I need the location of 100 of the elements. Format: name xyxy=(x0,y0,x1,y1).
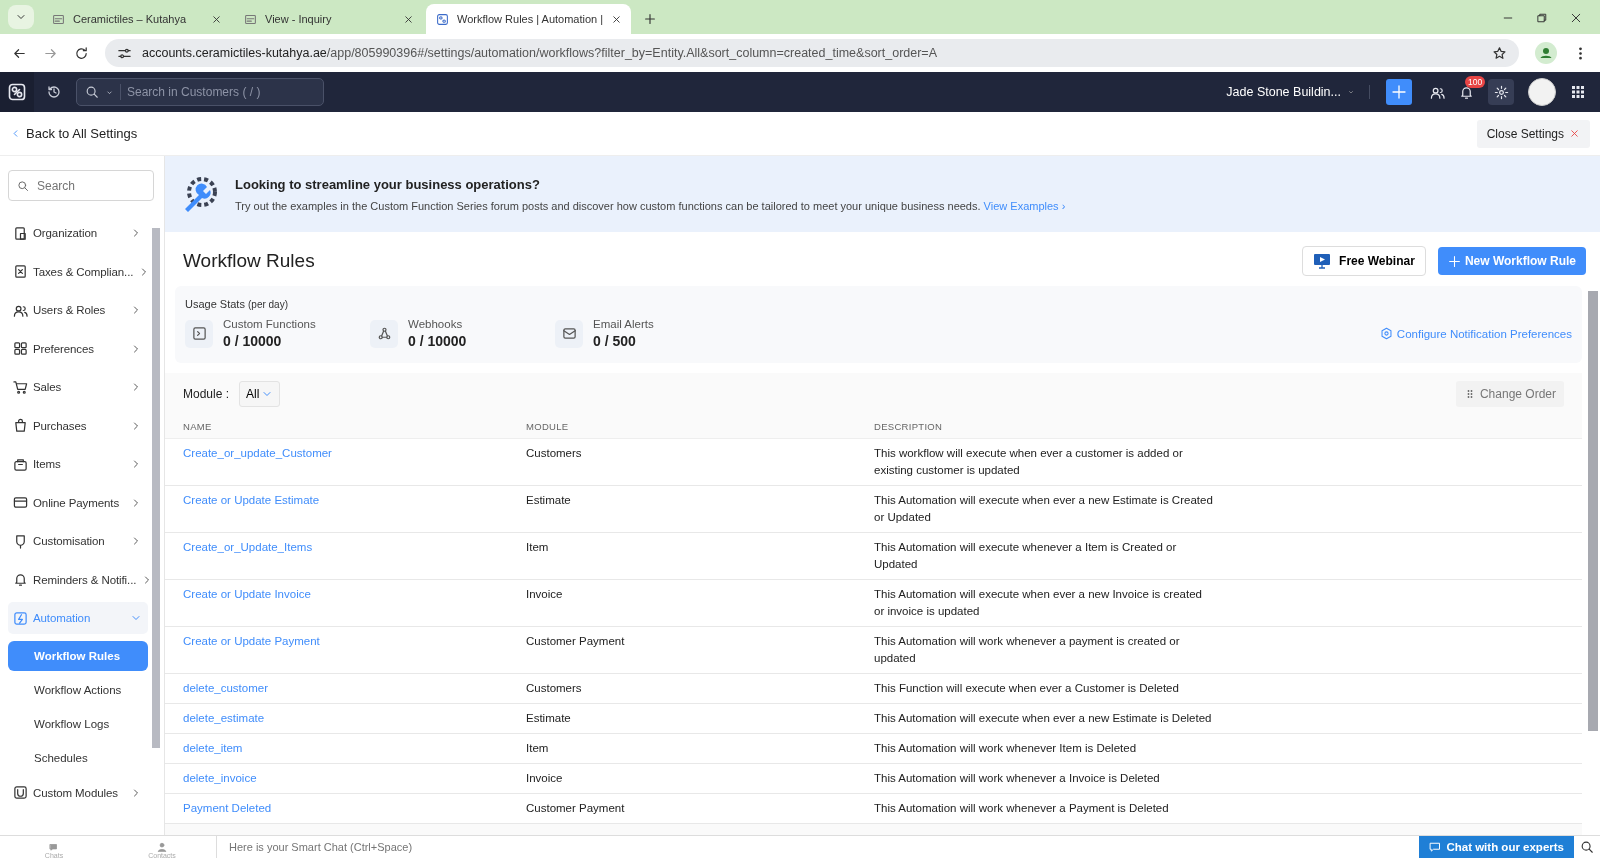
module-cell: Estimate xyxy=(508,703,856,734)
sidebar-item[interactable]: Preferences xyxy=(8,332,148,365)
address-bar[interactable]: accounts.ceramictiles-kutahya.ae/app/805990396#/settings/automation/workflows?filter_by=Entity.All&sort_column=created_time&sort_order=A xyxy=(105,39,1519,67)
sidebar-subitem[interactable]: Workflow Actions xyxy=(8,674,148,705)
tab-list-button[interactable] xyxy=(8,5,34,29)
stat-value: 0 / 10000 xyxy=(223,333,283,349)
description-cell-text: This Automation will execute whenever a Item is Created or Updated xyxy=(874,540,1178,572)
url-text: accounts.ceramictiles-kutahya.ae/app/805990396#/settings/automation/workflows?filter_by=Entity.All&sort_column=created_time&sort_order=A xyxy=(142,46,937,60)
description-cell-text: This Automation will execute when ever a new Invoice is created or invoice is updated xyxy=(874,587,1203,619)
page-icon xyxy=(244,12,257,26)
scrollbar[interactable] xyxy=(1588,291,1598,731)
sidebar-item[interactable]: Organization xyxy=(8,217,148,249)
settings-icon xyxy=(1379,327,1393,340)
description-cell-text: This Automation will work whenever a Payment is Deleted xyxy=(874,801,1170,816)
description-cell-text: This Automation will execute when ever a new Estimate is Created or Updated xyxy=(874,493,1214,525)
close-icon xyxy=(211,13,222,25)
module-cell: Invoice xyxy=(508,763,856,794)
close-icon xyxy=(1569,128,1580,139)
sidebar-search-field[interactable]: Search xyxy=(8,170,154,201)
lightning-icon xyxy=(13,610,28,626)
sidebar-item[interactable]: Custom Modules xyxy=(8,776,148,809)
sidebar-item[interactable]: Sales xyxy=(8,371,148,403)
tax-document-icon xyxy=(13,264,28,279)
bell-icon xyxy=(13,572,28,587)
browser-tab[interactable]: Workflow Rules | Automation | xyxy=(426,4,631,34)
apps-grid-icon xyxy=(1570,84,1586,100)
user-avatar[interactable] xyxy=(1528,78,1556,106)
box-icon xyxy=(13,456,28,472)
stat-label: Webhooks xyxy=(408,318,464,330)
module-dropdown[interactable]: All xyxy=(239,381,281,407)
new-tab-icon xyxy=(643,12,657,26)
chat-icon xyxy=(1429,841,1442,853)
module-cell: Customer Payment xyxy=(508,626,856,674)
column-header: NAME xyxy=(165,415,508,439)
description-cell-text: This Automation will work whenever a Invoice is Deleted xyxy=(874,771,1161,786)
back-link[interactable]: Back to All Settings xyxy=(10,126,138,141)
search-field[interactable]: Search in Customers ( / ) xyxy=(76,78,324,106)
mail-icon xyxy=(561,326,577,341)
person-icon xyxy=(157,842,167,852)
close-settings-button[interactable]: Close Settings xyxy=(1476,119,1590,148)
page-title: Workflow Rules xyxy=(183,250,316,272)
description-cell-text: This Automation will work whenever Item is Deleted xyxy=(874,741,1138,756)
star-icon xyxy=(1492,45,1507,61)
close-icon xyxy=(1570,12,1582,24)
building-icon xyxy=(13,225,28,241)
app-logo-icon xyxy=(7,82,27,102)
description-cell-text: This Automation will work whenever a payment is created or updated xyxy=(874,634,1181,666)
banner-text: Try out the examples in the Custom Function Series forum posts and discover how custom functions can be tailored to meet your unique business needs. View Examples › xyxy=(235,199,1066,212)
banner-title: Looking to streamline your business operations? xyxy=(235,176,541,192)
cart-icon xyxy=(13,379,28,395)
description-cell-text: This Automation will execute when ever a new Estimate is Deleted xyxy=(874,711,1213,726)
stat-value: 0 / 10000 xyxy=(408,333,467,349)
sidebar-item[interactable]: Users & Roles xyxy=(8,294,148,326)
column-header: MODULE xyxy=(508,415,856,439)
browser-tab[interactable]: View - Inquiry xyxy=(234,4,424,34)
sidebar-item[interactable]: Customisation xyxy=(8,525,148,557)
scrollbar[interactable] xyxy=(152,228,160,748)
close-icon xyxy=(403,13,414,25)
chat-icon xyxy=(49,842,59,852)
search-input[interactable]: Search in Customers ( / ) xyxy=(120,84,315,100)
stat-value: 0 / 500 xyxy=(593,333,637,349)
sidebar-item[interactable]: Reminders & Notifi... xyxy=(8,563,148,596)
description-cell-text: This Function will execute when ever a Customer is Deleted xyxy=(874,681,1180,696)
module-cell: Item xyxy=(508,532,856,580)
bell-icon xyxy=(1459,84,1474,100)
search-icon xyxy=(1580,840,1594,854)
plus-icon xyxy=(1447,254,1461,268)
search-icon xyxy=(85,85,99,99)
free-webinar-button[interactable]: Free Webinar xyxy=(1302,246,1426,276)
module-cell: Item xyxy=(508,733,856,764)
settings-icon xyxy=(1493,84,1509,100)
network-icon xyxy=(376,326,392,341)
grid-icon xyxy=(13,341,28,356)
module-cell: Customers xyxy=(508,438,856,486)
sidebar-item[interactable]: Purchases xyxy=(8,409,148,442)
profile-icon[interactable] xyxy=(1535,42,1557,64)
card-icon xyxy=(13,495,28,510)
sidebar-subitem[interactable]: Workflow Logs xyxy=(8,708,148,739)
browser-tab[interactable]: Ceramictiles – Kutahya xyxy=(42,4,232,34)
column-header: DESCRIPTION xyxy=(856,415,1582,439)
chat-with-experts-button[interactable]: Chat with our experts xyxy=(1419,836,1574,858)
module-cell: Invoice xyxy=(508,579,856,627)
page-icon xyxy=(52,12,65,26)
bag-icon xyxy=(13,418,28,433)
organization-switcher[interactable]: Jade Stone Buildin... xyxy=(1226,85,1370,99)
notification-badge: 100 xyxy=(1465,75,1486,88)
stat-label: Custom Functions xyxy=(223,318,316,330)
sidebar-subitem[interactable]: Schedules xyxy=(8,742,148,773)
usage-stats-title: Usage Stats (per day) xyxy=(185,298,289,310)
add-button[interactable] xyxy=(1386,79,1412,105)
module-cell: Customer Payment xyxy=(508,793,856,824)
sidebar-item[interactable]: Online Payments xyxy=(8,486,148,519)
caret-icon xyxy=(1347,88,1355,96)
module-cell: Customers xyxy=(508,673,856,704)
change-order-button[interactable]: Change Order xyxy=(1455,381,1564,407)
reload-icon xyxy=(74,45,89,61)
sidebar-item[interactable]: Items xyxy=(8,448,148,480)
terminal-icon xyxy=(191,326,207,341)
sidebar-item[interactable]: Taxes & Complian... xyxy=(8,255,148,288)
module-filter-label: Module : xyxy=(183,387,230,401)
